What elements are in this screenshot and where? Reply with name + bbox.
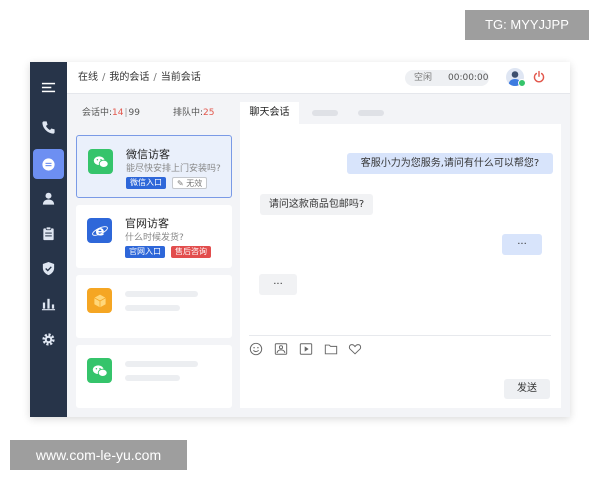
watermark-bottom: www.com-le-yu.com	[10, 440, 187, 470]
gear-icon	[42, 332, 55, 346]
message-visitor: ···	[259, 274, 297, 295]
placeholder-line	[125, 361, 198, 367]
session-card-wechat[interactable]: 微信访客 能尽快安排上门安装吗? 微信入口 ✎ 无效	[76, 135, 232, 198]
entry-tag: 微信入口	[126, 177, 166, 189]
customer-service-window: 在线 / 我的会话 / 当前会话 空闲 00:00:00 会话中:14|99 排队中:2…	[30, 62, 570, 417]
session-card-website[interactable]: e 官网访客 什么时候发货? 官网入口 售后咨询	[76, 205, 232, 268]
sidebar-item-stats[interactable]	[30, 288, 67, 318]
edit-icon: ✎	[177, 179, 187, 188]
menu-icon	[41, 82, 56, 92]
chat-panel: 聊天会话 客服小力为您服务,请问有什么可以帮您? 请问这款商品包邮吗? ··· …	[240, 102, 561, 408]
shield-icon	[42, 261, 55, 275]
sidebar	[30, 62, 67, 417]
message-agent: 客服小力为您服务,请问有什么可以帮您?	[347, 153, 553, 174]
message-visitor: 请问这款商品包邮吗?	[260, 194, 373, 215]
breadcrumb-item-online[interactable]: 在线	[78, 72, 98, 83]
last-message: 能尽快安排上门安装吗?	[126, 164, 221, 174]
sidebar-item-phone[interactable]	[30, 112, 67, 142]
breadcrumb-separator: /	[153, 72, 157, 83]
wechat-icon	[87, 358, 112, 383]
visitor-name: 微信访客	[126, 148, 170, 161]
phone-icon	[42, 120, 55, 134]
queue-count: 25	[203, 108, 215, 118]
session-card-placeholder[interactable]	[76, 275, 232, 338]
last-message: 什么时候发货?	[125, 233, 184, 243]
status-timer: 00:00:00	[448, 73, 489, 83]
placeholder-line	[125, 291, 198, 297]
sidebar-item-chat[interactable]	[33, 149, 64, 179]
wechat-icon	[88, 149, 113, 174]
top-bar: 在线 / 我的会话 / 当前会话 空闲 00:00:00	[67, 62, 570, 94]
breadcrumb-separator: /	[102, 72, 106, 83]
tab-placeholder[interactable]	[358, 110, 384, 116]
placeholder-line	[125, 375, 180, 381]
agent-status[interactable]: 空闲 00:00:00	[405, 70, 489, 86]
status-badge: ✎ 无效	[172, 177, 208, 189]
active-count: 14	[112, 108, 124, 118]
video-icon[interactable]	[299, 342, 313, 356]
session-counter: 会话中:14|99 排队中:25	[76, 102, 232, 124]
chat-icon	[42, 157, 55, 171]
status-text: 空闲	[414, 73, 433, 83]
page: TG: MYYJJPP 在线 / 我的会话 / 当前会话 空闲 00:00:00…	[0, 0, 600, 480]
clipboard-icon	[43, 226, 54, 240]
svg-text:e: e	[95, 223, 104, 239]
tab-chat-session[interactable]: 聊天会话	[240, 102, 299, 124]
sidebar-item-menu[interactable]	[30, 72, 67, 102]
entry-tag: 官网入口	[125, 246, 165, 258]
online-indicator	[518, 79, 526, 87]
queued-sessions: 排队中:25	[173, 102, 215, 124]
active-divider: |	[124, 108, 128, 118]
user-icon	[42, 192, 55, 205]
queue-label: 排队中:	[173, 108, 204, 118]
active-label: 会话中:	[82, 108, 113, 118]
breadcrumb-item-current-session: 当前会话	[160, 72, 201, 83]
breadcrumb: 在线 / 我的会话 / 当前会话	[78, 62, 201, 94]
send-button[interactable]: 发送	[504, 379, 550, 399]
watermark-top: TG: MYYJJPP	[465, 10, 589, 40]
power-icon[interactable]	[532, 70, 546, 84]
heart-icon[interactable]	[348, 342, 362, 356]
session-list: 会话中:14|99 排队中:25 微信访客 能尽快安排上门安装吗? 微信入口 ✎…	[76, 102, 232, 408]
message-agent: ···	[502, 234, 542, 255]
breadcrumb-item-my-sessions[interactable]: 我的会话	[109, 72, 149, 83]
session-card-placeholder[interactable]	[76, 345, 232, 408]
sidebar-item-clipboard[interactable]	[30, 218, 67, 248]
image-icon[interactable]	[274, 342, 288, 356]
sidebar-item-shield[interactable]	[30, 253, 67, 283]
bar-chart-icon	[41, 298, 56, 310]
visitor-name: 官网访客	[125, 217, 169, 230]
chat-tabs: 聊天会话	[240, 102, 561, 124]
sidebar-item-user[interactable]	[30, 183, 67, 213]
tab-placeholder[interactable]	[312, 110, 338, 116]
sidebar-item-settings[interactable]	[30, 324, 67, 354]
input-toolbar	[249, 335, 551, 356]
folder-icon[interactable]	[324, 342, 338, 356]
active-max: 99	[128, 108, 140, 118]
category-tag: 售后咨询	[171, 246, 211, 258]
status-badge-text: 无效	[186, 179, 203, 188]
ie-icon: e	[87, 218, 112, 243]
placeholder-line	[125, 305, 180, 311]
package-icon	[87, 288, 112, 313]
emoji-icon[interactable]	[249, 342, 263, 356]
active-sessions: 会话中:14|99	[82, 102, 140, 124]
